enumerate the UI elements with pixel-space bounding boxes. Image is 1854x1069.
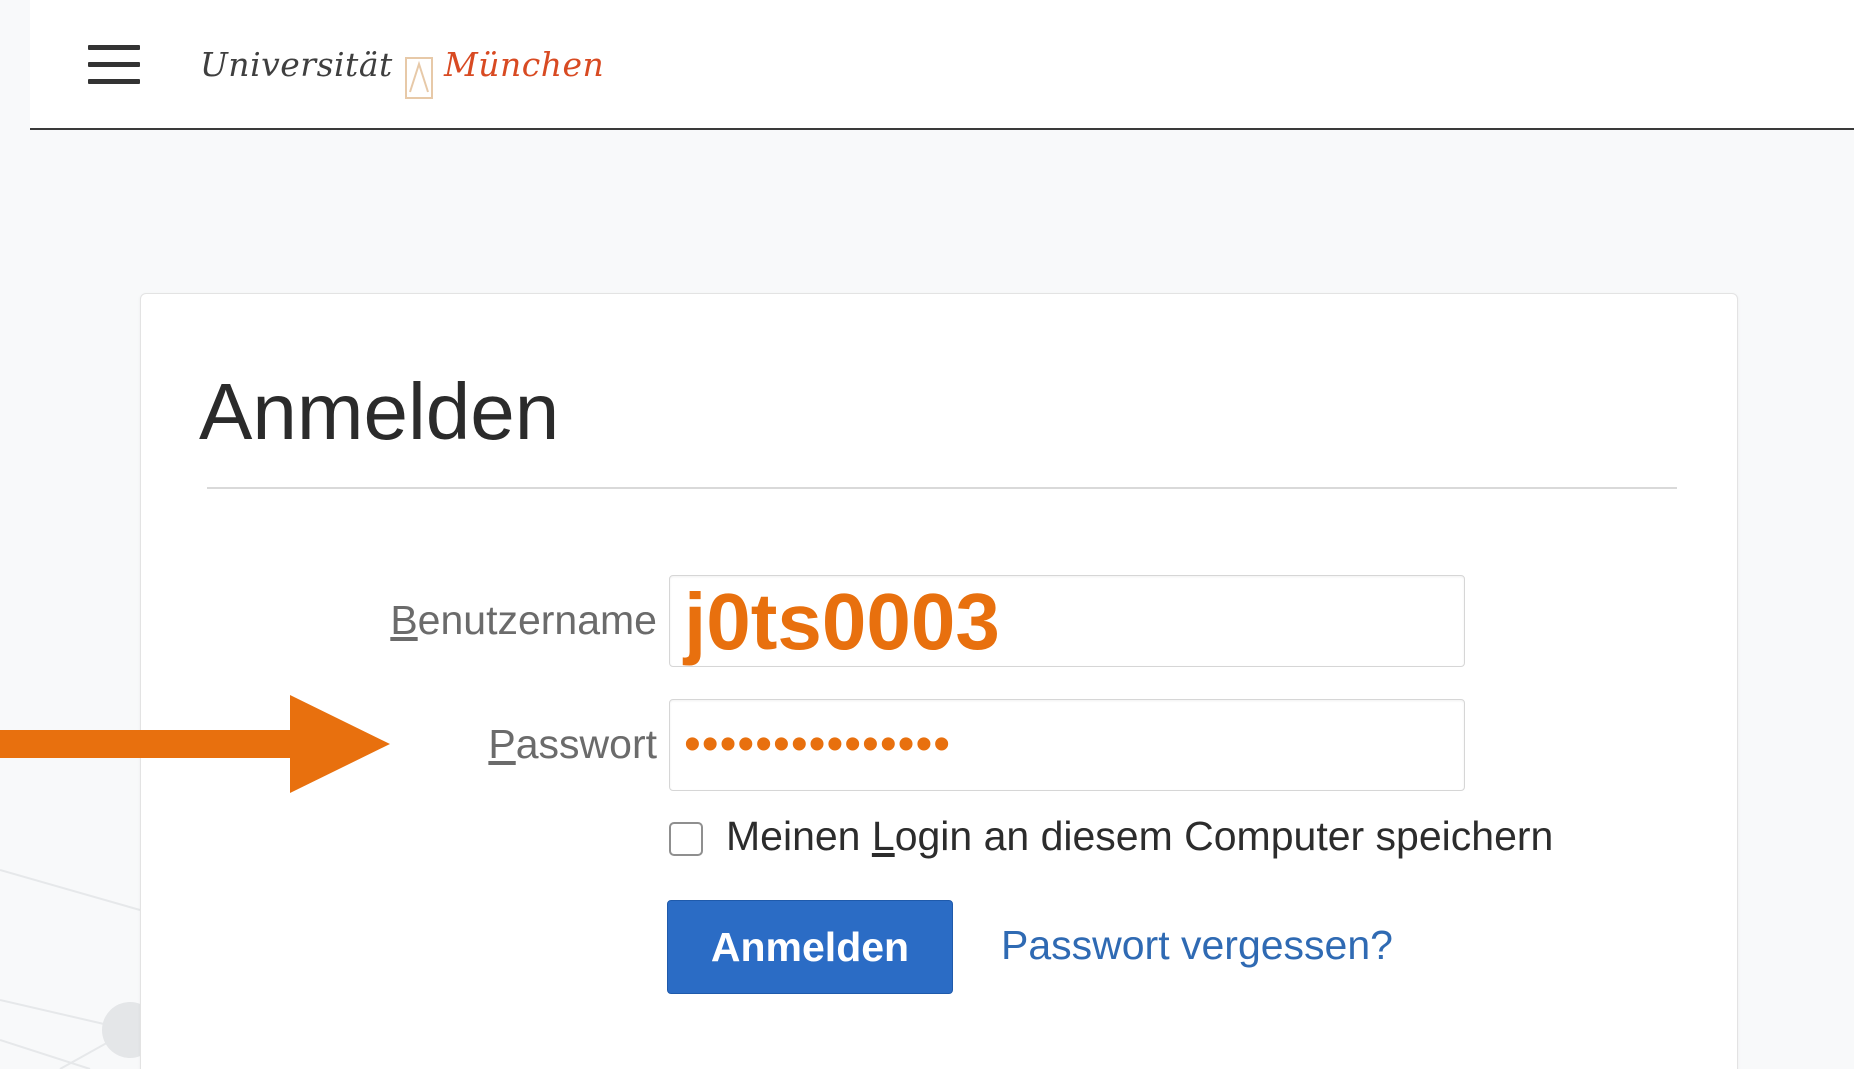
remember-label-after: ogin an diesem Computer speichern [894, 813, 1554, 859]
remember-login-label[interactable]: Meinen Login an diesem Computer speicher… [726, 813, 1553, 860]
logo-crest-icon [405, 57, 433, 99]
password-label: Passwort [488, 721, 657, 768]
remember-label-before: Meinen [726, 813, 872, 859]
username-input[interactable]: j0ts0003 [669, 575, 1465, 667]
password-input[interactable]: ••••••••••••••• [669, 699, 1465, 791]
login-title: Anmelden [199, 367, 560, 456]
login-submit-button[interactable]: Anmelden [667, 900, 953, 994]
page: Universität München Anmelden Benutzernam… [0, 0, 1854, 1069]
arrow-right-icon [0, 695, 390, 793]
password-masked-value: ••••••••••••••• [684, 718, 952, 771]
remember-login-checkbox[interactable] [669, 822, 703, 856]
top-header: Universität München [30, 0, 1854, 130]
username-label-accel: B [390, 597, 418, 643]
username-label: Benutzername [390, 597, 657, 644]
logo-word-universitaet: Universität [200, 45, 393, 84]
logo-word-muenchen: München [444, 45, 605, 84]
forgot-password-link[interactable]: Passwort vergessen? [1001, 922, 1393, 969]
username-label-rest: enutzername [417, 597, 657, 643]
login-card: Anmelden Benutzername j0ts0003 Passwort … [140, 293, 1738, 1069]
hamburger-menu-icon[interactable] [88, 45, 140, 85]
university-logo[interactable]: Universität München [200, 22, 650, 102]
password-label-rest: asswort [515, 721, 657, 767]
username-value: j0ts0003 [684, 577, 1000, 666]
title-divider [207, 487, 1677, 489]
remember-label-accel: L [871, 813, 895, 859]
password-label-accel: P [488, 721, 516, 767]
